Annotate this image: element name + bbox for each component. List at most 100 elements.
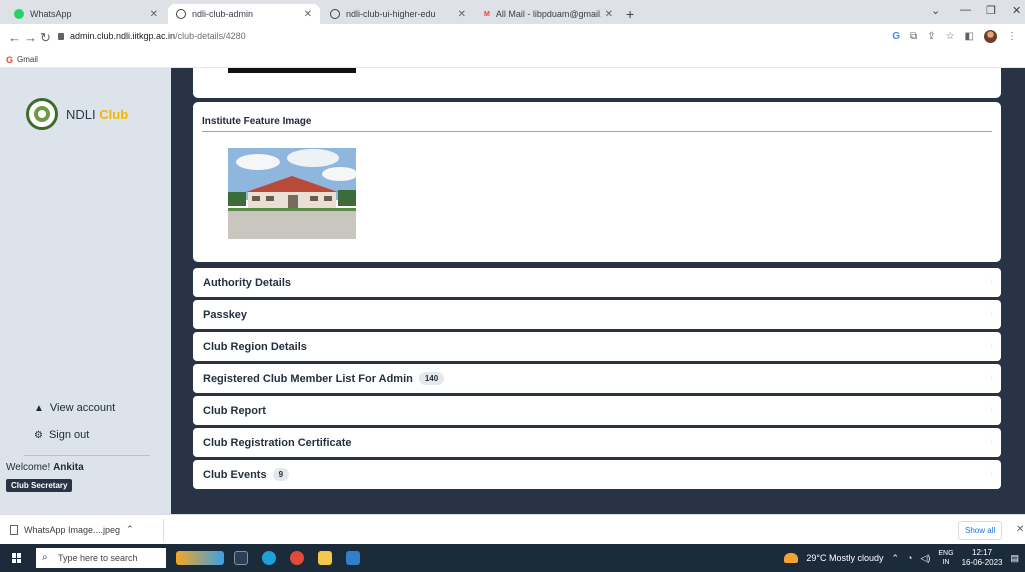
gmail-icon: M [484, 10, 490, 18]
close-tab-icon[interactable]: ✕ [605, 9, 613, 20]
whatsapp-icon [14, 9, 24, 19]
url-path: /club-details/4280 [175, 31, 246, 41]
lang-top: ENG [938, 550, 954, 557]
brand-suffix: Club [99, 106, 129, 122]
chevron-right-icon: › [989, 340, 993, 351]
close-download-bar-icon[interactable]: ✕ [1016, 524, 1024, 535]
chevron-right-icon: › [989, 468, 993, 479]
user-name: Ankita [53, 462, 84, 473]
bookmarks-bar: G Gmail [0, 52, 1025, 68]
logo-card [193, 68, 1001, 98]
view-account-link[interactable]: ▲ View account [34, 402, 115, 414]
bookmark-gmail[interactable]: Gmail [17, 55, 38, 64]
accordion-registered-member-list[interactable]: Registered Club Member List For Admin 14… [193, 364, 1001, 393]
chevron-right-icon: › [989, 404, 993, 415]
role-badge: Club Secretary [6, 479, 73, 492]
edge-icon[interactable] [262, 551, 276, 565]
chevron-right-icon: › [989, 308, 993, 319]
back-icon[interactable]: ← [8, 30, 21, 45]
close-window-button[interactable]: ✕ [1012, 4, 1021, 17]
section-label: Registered Club Member List For Admin [203, 372, 413, 385]
task-view-icon[interactable] [234, 551, 248, 565]
download-bar: WhatsApp Image....jpeg ⌃ Show all ✕ [0, 514, 1025, 544]
volume-icon[interactable]: ◁) [920, 553, 930, 564]
network-icon[interactable]: ◔ [907, 553, 912, 563]
chevron-right-icon: › [989, 436, 993, 447]
reload-icon[interactable]: ↻ [40, 30, 51, 46]
brand-prefix: NDLI [66, 106, 96, 122]
windows-start-icon[interactable] [12, 553, 22, 563]
download-item[interactable]: WhatsApp Image....jpeg ⌃ [10, 524, 134, 535]
tab-gmail[interactable]: M All Mail - libpduam@gmail.com ✕ [476, 4, 621, 24]
minimize-button[interactable]: — [960, 4, 971, 16]
tab-whatsapp[interactable]: WhatsApp ✕ [6, 4, 166, 24]
sidepanel-icon[interactable]: ◧ [965, 31, 974, 42]
weather-text[interactable]: 29°C Mostly cloudy [806, 553, 883, 563]
club-details-content: Institute Feature Image Authority Detail… [193, 68, 1001, 514]
divider [202, 131, 992, 132]
divider [24, 455, 150, 456]
address-bar[interactable]: admin.club.ndli.iitkgp.ac.in/club-detail… [58, 31, 246, 41]
welcome-prefix: Welcome! [6, 462, 51, 473]
language-indicator[interactable]: ENG IN [938, 549, 953, 567]
tab-title: ndli-club-admin [192, 9, 254, 19]
gmail-bookmark-icon: G [6, 54, 14, 65]
section-label: Club Report [203, 404, 266, 417]
feature-image-card: Institute Feature Image [193, 102, 1001, 262]
accordion-club-region-details[interactable]: Club Region Details › [193, 332, 1001, 361]
brand-logo[interactable]: NDLI Club [26, 98, 128, 130]
section-label: Authority Details [203, 276, 292, 289]
feature-image-title: Institute Feature Image [202, 116, 312, 127]
tab-ndli-club-admin[interactable]: ndli-club-admin ✕ [168, 4, 320, 24]
chevron-up-icon[interactable]: ⌃ [126, 524, 134, 535]
browser-tabstrip: WhatsApp ✕ ndli-club-admin ✕ ndli-club-u… [0, 0, 1025, 24]
lang-bottom: IN [942, 559, 950, 566]
tab-title: WhatsApp [30, 9, 72, 19]
maximize-button[interactable]: ❐ [986, 4, 996, 17]
sign-out-link[interactable]: ⚙ Sign out [34, 429, 89, 441]
tab-title: ndli-club-ui-higher-edu [346, 9, 436, 19]
file-explorer-icon[interactable] [318, 551, 332, 565]
accordion-registration-certificate[interactable]: Club Registration Certificate › [193, 428, 1001, 457]
toolbar-icons: G ⧉ ⇪ ☆ ◧ ⋮ [892, 30, 1017, 43]
club-logo-image [228, 68, 356, 73]
close-tab-icon[interactable]: ✕ [150, 9, 158, 20]
bookmark-star-icon[interactable]: ☆ [946, 31, 955, 42]
share-icon[interactable]: ⇪ [927, 31, 935, 42]
forward-icon[interactable]: → [24, 30, 37, 45]
events-count-badge: 9 [272, 468, 290, 481]
url-host: admin.club.ndli.iitkgp.ac.in [70, 31, 176, 41]
sign-out-label: Sign out [48, 429, 90, 441]
chrome-icon[interactable] [290, 551, 304, 565]
search-icon: ⌕ [42, 552, 48, 563]
menu-icon[interactable]: ⋮ [1007, 31, 1017, 42]
accordion-club-events[interactable]: Club Events 9 › [193, 460, 1001, 489]
install-icon[interactable]: ⧉ [910, 31, 917, 42]
accordion-authority-details[interactable]: Authority Details › [193, 268, 1001, 297]
tab-ndli-club-ui[interactable]: ndli-club-ui-higher-edu ✕ [322, 4, 474, 24]
google-icon[interactable]: G [892, 31, 900, 42]
system-tray: 29°C Mostly cloudy ⌃ ◔ ◁) ENG IN 12:17 1… [784, 544, 1025, 572]
section-label: Club Events [203, 468, 267, 481]
clock[interactable]: 12:17 16-06-2023 [962, 548, 1003, 568]
sidebar: NDLI Club ▲ View account ⚙ Sign out Welc… [0, 68, 171, 514]
accordion-club-report[interactable]: Club Report › [193, 396, 1001, 425]
new-tab-button[interactable]: + [626, 6, 634, 22]
institute-feature-image [228, 148, 356, 239]
chevron-right-icon: › [989, 372, 993, 383]
tab-search-icon[interactable]: ⌄ [931, 4, 940, 17]
accordion-passkey[interactable]: Passkey › [193, 300, 1001, 329]
show-all-button[interactable]: Show all [958, 521, 1003, 540]
close-tab-icon[interactable]: ✕ [304, 9, 312, 20]
file-icon [10, 524, 18, 535]
photos-icon[interactable] [346, 551, 360, 565]
ndli-logo-icon [26, 98, 58, 130]
view-account-label: View account [49, 402, 116, 414]
gear-icon: ⚙ [34, 429, 43, 441]
notifications-icon[interactable]: ▤ [1010, 553, 1019, 564]
close-tab-icon[interactable]: ✕ [458, 9, 466, 20]
tray-chevron-icon[interactable]: ⌃ [891, 553, 899, 564]
profile-avatar[interactable] [984, 30, 997, 43]
fish-widget-icon[interactable] [176, 551, 224, 565]
taskbar-search[interactable]: ⌕ Type here to search [36, 548, 166, 568]
